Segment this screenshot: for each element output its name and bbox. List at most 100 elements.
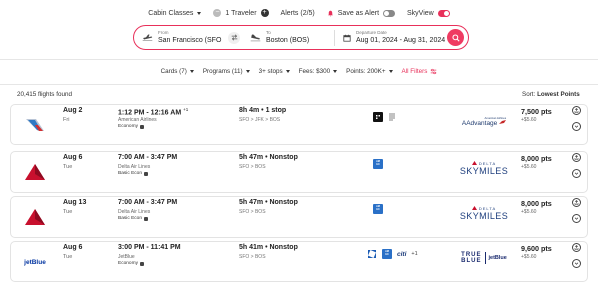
amex-card-icon: AM EX	[373, 159, 383, 169]
flight-card[interactable]: jetBlue Aug 6 Tue 3:00 PM - 11:41 PM Jet…	[10, 241, 588, 282]
cards-filter[interactable]: Cards (7)	[161, 68, 194, 75]
bell-icon	[327, 10, 333, 16]
programs-filter[interactable]: Programs (11)	[203, 68, 250, 75]
expand-button[interactable]	[572, 169, 581, 178]
all-filters-button[interactable]: All Filters	[402, 68, 438, 75]
from-value: San Francisco (SFO	[158, 37, 222, 44]
cabin-class-dropdown[interactable]: Cabin Classes	[148, 10, 202, 17]
flight-times: 7:00 AM - 3:47 PM	[118, 199, 178, 206]
stops-filter-label: 3+ stops	[258, 68, 283, 75]
landing-icon	[250, 34, 261, 42]
flight-duration: 5h 41m • Nonstop	[239, 244, 298, 251]
chase-card-icon	[367, 249, 377, 259]
flight-day: Tue	[63, 254, 73, 260]
share-button[interactable]	[572, 243, 581, 252]
flight-card[interactable]: Aug 13 Tue 7:00 AM - 3:47 PM Delta Air L…	[10, 196, 588, 238]
swap-button[interactable]	[228, 31, 240, 44]
plus-traveler-button[interactable]: +	[260, 9, 269, 17]
card-list	[373, 112, 396, 122]
cabin-class: Economy	[118, 124, 144, 129]
jetblue-logo-text: jetBlue	[24, 258, 46, 266]
tax-amount: +$5.60	[521, 117, 537, 123]
expand-button[interactable]	[572, 214, 581, 223]
flight-card[interactable]: Aug 6 Tue 7:00 AM - 3:47 PM Delta Air Li…	[10, 151, 588, 193]
tax-amount: +$5.60	[521, 164, 537, 170]
swap-icon	[231, 34, 237, 41]
cabin-class: Basic Econ	[118, 171, 148, 176]
flight-times: 7:00 AM - 3:47 PM	[118, 154, 178, 161]
more-cards-badge: +1	[411, 251, 418, 257]
save-alert-button[interactable]: Save as Alert	[327, 9, 396, 17]
traveler-stepper: − 1 Traveler +	[213, 9, 269, 17]
chevron-down-icon	[189, 70, 194, 73]
skyview-toggle[interactable]	[437, 9, 450, 17]
fees-filter-label: Fees: $300	[298, 68, 331, 75]
flight-route: SFO > BOS	[239, 254, 266, 260]
search-bar: From San Francisco (SFO To Boston (BOS) …	[133, 25, 469, 50]
chevron-down-icon	[245, 70, 250, 73]
top-bar: Cabin Classes − 1 Traveler + Alerts (2/5…	[0, 6, 598, 20]
flight-times: 1:12 PM - 12:16 AM +1	[118, 107, 188, 116]
american-airlines-icon	[23, 115, 47, 135]
tax-amount: +$5.60	[521, 209, 537, 215]
from-field[interactable]: From San Francisco (SFO	[134, 26, 226, 49]
divider	[484, 252, 486, 264]
search-button[interactable]	[447, 29, 464, 46]
program-name: AAdvantage	[461, 119, 498, 127]
program-name: jetBlue	[488, 255, 507, 261]
bilt-card-icon	[373, 112, 383, 122]
chevron-down-icon	[285, 70, 290, 73]
flight-route: SFO > JFK > BOS	[239, 117, 281, 123]
minus-traveler-button[interactable]: −	[213, 9, 222, 17]
flight-times-text: 1:12 PM - 12:16 AM	[118, 109, 182, 117]
cabin-label: Basic Econ	[118, 216, 142, 221]
points-price: 8,000 pts	[521, 199, 552, 208]
flight-duration: 8h 4m • 1 stop	[239, 107, 287, 114]
points-filter[interactable]: Points: 200K+	[346, 68, 393, 75]
jetblue-icon: jetBlue	[23, 252, 47, 272]
flight-route: SFO > BOS	[239, 209, 266, 215]
share-button[interactable]	[572, 106, 581, 115]
cabin-label: Economy	[118, 124, 138, 129]
carrier-name: Delta Air Lines	[118, 209, 151, 215]
save-alert-label: Save as Alert	[337, 9, 380, 17]
to-field[interactable]: To Boston (BOS)	[242, 26, 334, 49]
cabin-class: Basic Econ	[118, 216, 148, 221]
amex-card-icon: AM EX	[373, 204, 383, 214]
flight-date: Aug 13	[63, 199, 87, 206]
departure-date-field[interactable]: Departure Date Aug 01, 2024 - Aug 31, 20…	[335, 26, 455, 49]
skyview-toggle-group: SkyView	[407, 9, 450, 17]
program-name: SKYMILES	[459, 210, 509, 221]
points-price: 8,000 pts	[521, 154, 552, 163]
chevron-down-icon	[197, 11, 202, 15]
skymiles-program-logo: DELTA SKYMILES	[451, 157, 517, 179]
alerts-button[interactable]: Alerts (2/5)	[281, 10, 315, 17]
expand-button[interactable]	[572, 259, 581, 268]
chevron-down-icon	[574, 217, 579, 220]
program-tb1: TRUE	[461, 251, 482, 258]
divider	[0, 59, 598, 60]
points-price: 9,600 pts	[521, 244, 552, 253]
sort-dropdown[interactable]: Sort: Lowest Points	[522, 91, 580, 98]
save-alert-toggle[interactable]	[383, 9, 396, 17]
expand-button[interactable]	[572, 122, 581, 131]
flight-date: Aug 6	[63, 154, 83, 161]
share-button[interactable]	[572, 153, 581, 162]
fees-filter[interactable]: Fees: $300	[299, 68, 338, 75]
program-top-label: DELTA	[478, 205, 497, 211]
sort-value: Lowest Points	[537, 91, 580, 98]
program-tb2: BLUE	[461, 258, 482, 264]
skyview-label: SkyView	[407, 9, 434, 17]
citi-card-icon: citi	[397, 250, 407, 258]
calendar-icon	[343, 34, 351, 42]
traveler-count: 1 Traveler	[225, 9, 257, 17]
cabin-label: Economy	[118, 261, 138, 266]
share-button[interactable]	[572, 198, 581, 207]
alerts-label: Alerts (2/5)	[280, 9, 315, 17]
chevron-down-icon	[574, 125, 579, 128]
flight-card[interactable]: Aug 2 Fri 1:12 PM - 12:16 AM +1 American…	[10, 104, 588, 145]
flight-day: Tue	[63, 209, 73, 215]
stops-filter[interactable]: 3+ stops	[259, 68, 290, 75]
carrier-name: Delta Air Lines	[118, 164, 151, 170]
flight-date: Aug 6	[63, 244, 83, 251]
